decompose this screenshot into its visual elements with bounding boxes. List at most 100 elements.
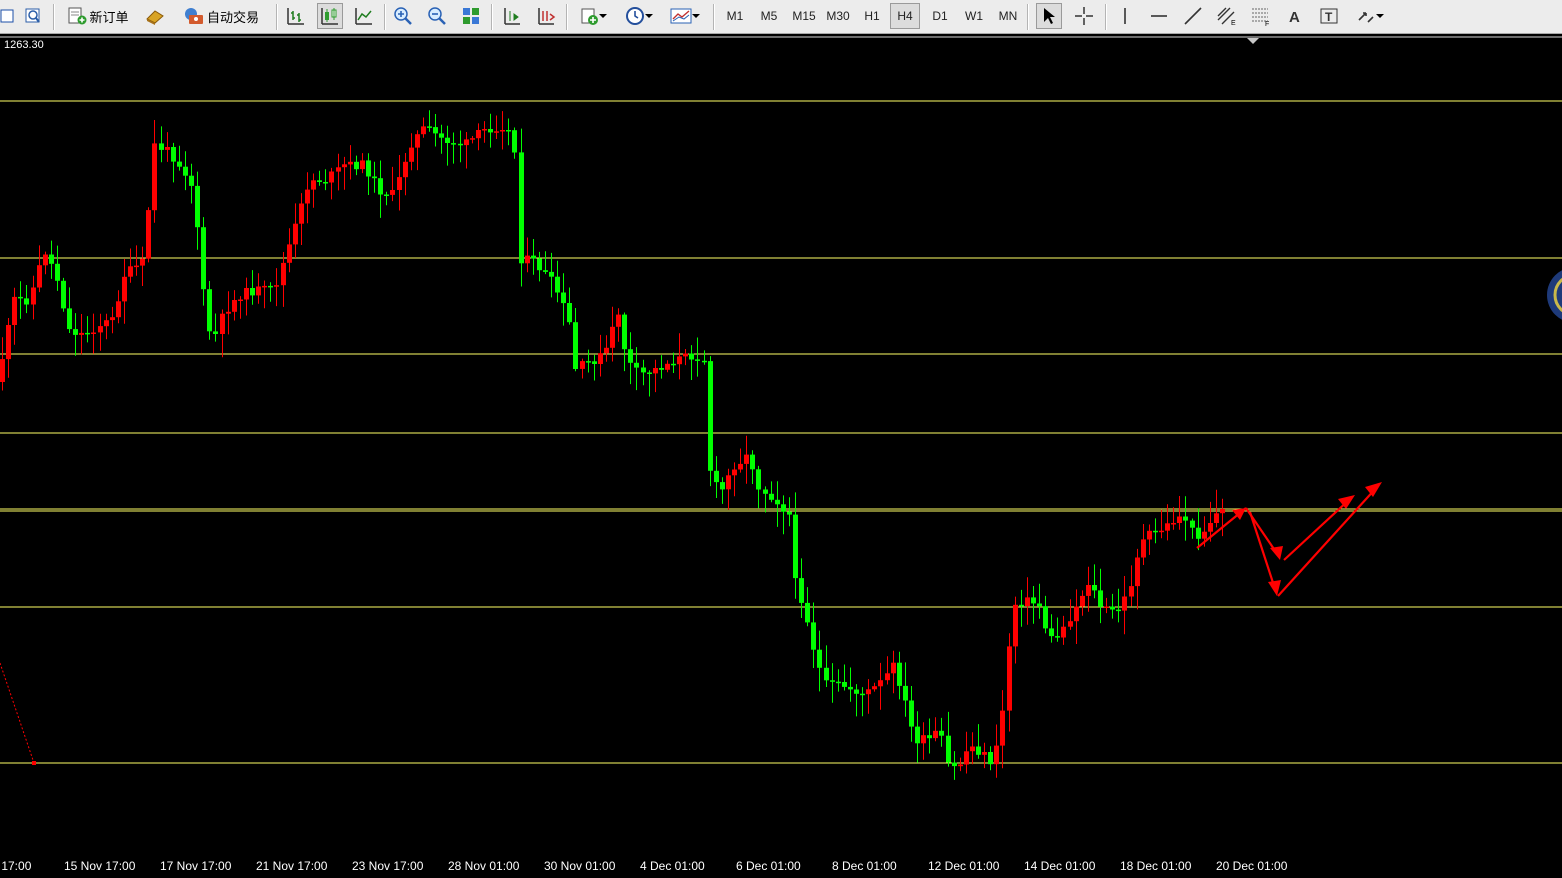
- candle-body: [37, 265, 42, 288]
- candle-body: [159, 143, 164, 150]
- bar-chart-icon[interactable]: [283, 3, 309, 29]
- auto-trading-button[interactable]: 自动交易: [174, 3, 268, 29]
- tile-windows-icon[interactable]: [458, 3, 484, 29]
- auto-scroll-icon[interactable]: [533, 3, 559, 29]
- zoom-in-icon[interactable]: [390, 3, 416, 29]
- timeframe-label: H1: [864, 9, 880, 23]
- candle-body: [525, 255, 530, 264]
- candle-body: [622, 314, 627, 350]
- candle-body: [348, 161, 353, 165]
- candle-body: [458, 143, 463, 146]
- candle-body: [677, 356, 682, 365]
- forecast-arrow-up-2: [1277, 486, 1378, 597]
- timeframe-h1[interactable]: H1: [857, 3, 887, 29]
- periods-dropdown[interactable]: [619, 3, 659, 29]
- candle-body: [195, 185, 200, 228]
- toolbar-separator: [566, 4, 568, 30]
- candle-body: [55, 263, 60, 281]
- candle-body: [305, 189, 310, 204]
- timeframe-d1[interactable]: D1: [925, 3, 955, 29]
- metaeditor-icon[interactable]: [142, 3, 168, 29]
- templates-dropdown[interactable]: [665, 3, 705, 29]
- candle-body: [836, 681, 841, 684]
- candle-body: [1147, 530, 1152, 540]
- toolbar-separator: [713, 4, 715, 30]
- timeframe-m5[interactable]: M5: [754, 3, 784, 29]
- vertical-line-tool-icon[interactable]: [1112, 3, 1138, 29]
- price-chart[interactable]: [0, 36, 1562, 856]
- line-chart-icon[interactable]: [351, 3, 377, 29]
- timeframe-mn[interactable]: MN: [993, 3, 1023, 29]
- crosshair-tool-icon[interactable]: [1071, 3, 1097, 29]
- candle-body: [1092, 585, 1097, 591]
- candle-body: [415, 134, 420, 148]
- candle-body: [573, 322, 578, 369]
- candle-body: [421, 126, 426, 135]
- timeframe-label: M30: [826, 9, 850, 23]
- trendline-anchor: [32, 761, 36, 765]
- candle-body: [98, 326, 103, 333]
- timeframe-m1[interactable]: M1: [720, 3, 750, 29]
- zoom-out-icon[interactable]: [424, 3, 450, 29]
- candle-body: [1122, 596, 1127, 611]
- toolbar-separator: [53, 4, 55, 30]
- candle-body: [31, 287, 36, 305]
- indicators-dropdown[interactable]: [573, 3, 613, 29]
- chart-shift-icon[interactable]: [499, 3, 525, 29]
- arrows-dropdown[interactable]: [1350, 3, 1390, 29]
- window-icon[interactable]: [0, 3, 20, 29]
- timeframe-h4[interactable]: H4: [890, 3, 920, 29]
- candle-body: [128, 266, 133, 277]
- candle-body: [555, 276, 560, 293]
- templates-icon: [670, 8, 692, 24]
- candle-body: [262, 285, 267, 288]
- candle-body: [1129, 586, 1134, 597]
- candle-body: [293, 223, 298, 245]
- candle-body: [946, 735, 951, 763]
- candle-body: [604, 347, 609, 354]
- candle-body: [439, 133, 444, 138]
- candle-body: [43, 254, 48, 266]
- toolbar-separator: [1105, 4, 1107, 30]
- candle-body: [91, 332, 96, 334]
- candle-body: [6, 325, 11, 360]
- candle-body: [653, 368, 658, 374]
- candle-body: [354, 161, 359, 170]
- time-axis-label: 6 Dec 01:00: [736, 859, 801, 873]
- trendline-tool-icon[interactable]: [1180, 3, 1206, 29]
- new-order-button[interactable]: 新订单: [60, 3, 136, 29]
- candle-body: [67, 308, 72, 330]
- candle-body: [1141, 539, 1146, 558]
- candle-body: [982, 752, 987, 755]
- candle-body: [781, 504, 786, 512]
- indicators-icon: [581, 8, 598, 25]
- equidistant-channel-tool-icon[interactable]: E: [1214, 3, 1240, 29]
- timeframe-m30[interactable]: M30: [822, 3, 854, 29]
- candle-body: [1214, 513, 1219, 523]
- candle-body: [1025, 597, 1030, 606]
- candle-body: [329, 171, 334, 183]
- cursor-tool-icon[interactable]: [1036, 3, 1062, 29]
- candle-body: [866, 689, 871, 695]
- candle-body: [1049, 628, 1054, 637]
- candle-body: [134, 265, 139, 268]
- timeframe-m15[interactable]: M15: [788, 3, 820, 29]
- text-tool-icon[interactable]: A: [1282, 3, 1308, 29]
- candle-body: [811, 622, 816, 650]
- candle-body: [482, 129, 487, 131]
- candle-body: [110, 317, 115, 321]
- timeframe-w1[interactable]: W1: [959, 3, 989, 29]
- candle-body: [598, 353, 603, 364]
- candle-body: [744, 454, 749, 464]
- text-label-tool-icon[interactable]: T: [1316, 3, 1342, 29]
- fibonacci-tool-icon[interactable]: F: [1248, 3, 1274, 29]
- horizontal-line-tool-icon[interactable]: [1146, 3, 1172, 29]
- candlestick-chart-icon[interactable]: [317, 3, 343, 29]
- candle-body: [842, 682, 847, 687]
- zoom-view-icon[interactable]: [20, 3, 46, 29]
- candle-body: [323, 182, 328, 184]
- candle-body: [189, 175, 194, 186]
- candle-body: [1074, 606, 1079, 622]
- candle-body: [793, 514, 798, 579]
- candle-body: [433, 127, 438, 134]
